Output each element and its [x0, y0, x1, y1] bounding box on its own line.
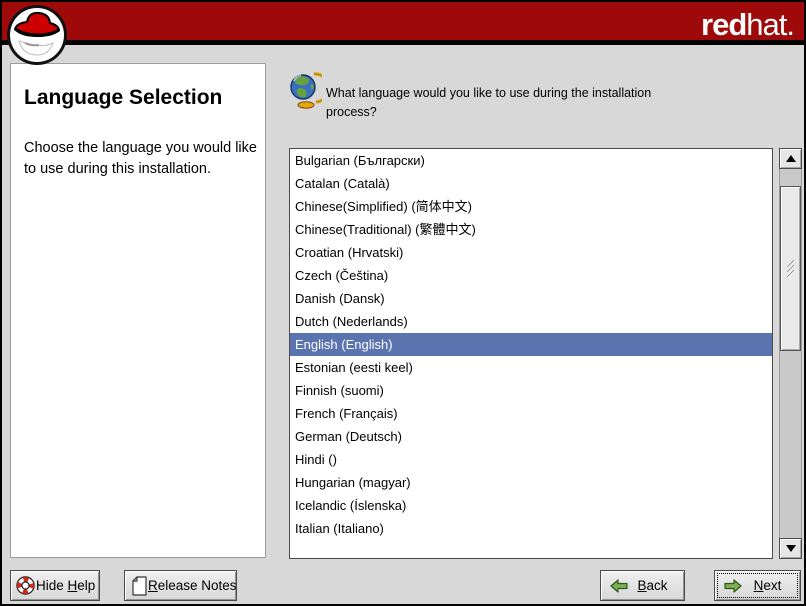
- language-option[interactable]: Danish (Dansk): [290, 287, 772, 310]
- language-option[interactable]: Croatian (Hrvatski): [290, 241, 772, 264]
- scrollbar-thumb[interactable]: [780, 186, 801, 351]
- redhat-shadowman-logo-icon: [5, 3, 69, 67]
- language-option[interactable]: Estonian (eesti keel): [290, 356, 772, 379]
- back-label: Back: [629, 578, 676, 593]
- back-button[interactable]: Back: [600, 570, 685, 601]
- installer-window: redhat. Language Selection Choose the la…: [0, 0, 806, 606]
- language-option[interactable]: Hungarian (magyar): [290, 471, 772, 494]
- scrollbar-trough[interactable]: [779, 169, 802, 538]
- language-option[interactable]: Bulgarian (Български): [290, 149, 772, 172]
- triangle-up-icon: [786, 155, 796, 162]
- scrollbar-down-button[interactable]: [779, 538, 802, 559]
- language-option[interactable]: Chinese(Traditional) (繁體中文): [290, 218, 772, 241]
- question-text: What language would you like to use duri…: [326, 84, 694, 122]
- language-option[interactable]: French (Français): [290, 402, 772, 425]
- hide-help-label: Hide Help: [36, 578, 95, 593]
- help-text: Choose the language you would like to us…: [24, 138, 258, 180]
- language-option[interactable]: Italian (Italiano): [290, 517, 772, 540]
- release-notes-label: Release Notes: [148, 578, 237, 593]
- language-list-area: Bulgarian (Български)Catalan (Català)Chi…: [289, 148, 802, 559]
- document-icon: [130, 575, 148, 597]
- language-option[interactable]: Catalan (Català): [290, 172, 772, 195]
- next-label: Next: [743, 578, 792, 593]
- language-list: Bulgarian (Български)Catalan (Català)Chi…: [289, 148, 773, 559]
- brand-wordmark: redhat.: [701, 7, 794, 43]
- lifebuoy-icon: [15, 575, 36, 596]
- scrollbar: [779, 148, 802, 559]
- release-notes-button[interactable]: Release Notes: [124, 570, 237, 601]
- arrow-left-icon: [609, 578, 629, 594]
- language-option[interactable]: English (English): [290, 333, 772, 356]
- header-banner: [2, 2, 804, 45]
- hide-help-button[interactable]: Hide Help: [10, 570, 100, 601]
- arrow-right-icon: [723, 578, 743, 594]
- language-option[interactable]: Finnish (suomi): [290, 379, 772, 402]
- globe-icon: [289, 70, 322, 109]
- language-option[interactable]: Hindi (): [290, 448, 772, 471]
- triangle-down-icon: [786, 545, 796, 552]
- help-panel: Language Selection Choose the language y…: [10, 63, 266, 558]
- language-option[interactable]: Chinese(Simplified) (简体中文): [290, 195, 772, 218]
- page-title: Language Selection: [24, 86, 253, 110]
- language-option[interactable]: German (Deutsch): [290, 425, 772, 448]
- language-option[interactable]: Czech (Čeština): [290, 264, 772, 287]
- next-button[interactable]: Next: [714, 570, 801, 601]
- language-option[interactable]: Dutch (Nederlands): [290, 310, 772, 333]
- language-option[interactable]: Icelandic (Íslenska): [290, 494, 772, 517]
- scrollbar-up-button[interactable]: [779, 148, 802, 169]
